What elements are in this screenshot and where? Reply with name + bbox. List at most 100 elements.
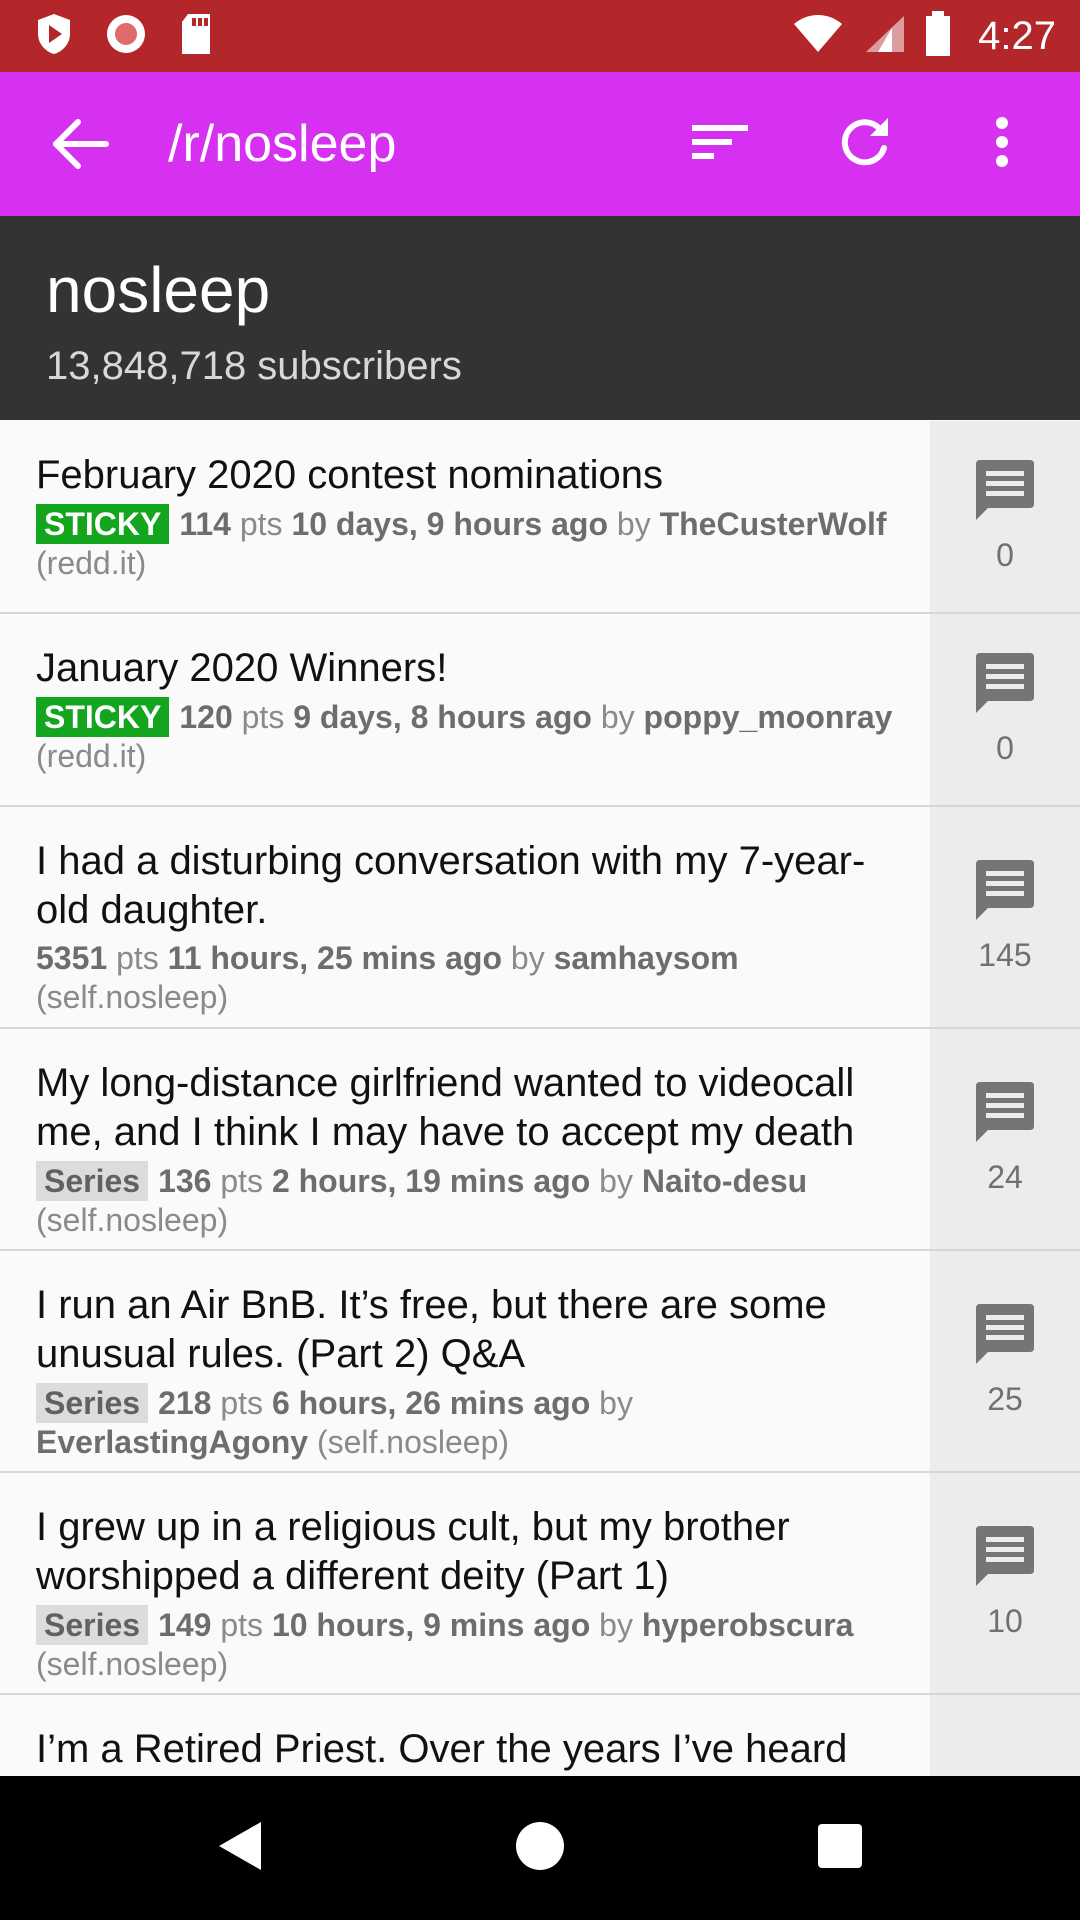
comment-count: 25 [987,1381,1023,1417]
comment-count: 145 [978,937,1032,973]
more-vert-icon [994,116,1010,173]
comments-button[interactable]: 25 [930,1251,1080,1471]
comment-count: 10 [987,1603,1023,1639]
post-time: 10 hours, 9 mins ago [271,1607,591,1643]
comments-button[interactable] [930,1695,1080,1776]
post-row[interactable]: I’m a Retired Priest. Over the years I’v… [0,1695,1080,1776]
post-time: 2 hours, 19 mins ago [271,1163,591,1199]
by-label: by [510,940,545,976]
post-meta: STICKY 114 pts 10 days, 9 hours ago by Th… [36,504,910,583]
post-title[interactable]: I grew up in a religious cult, but my br… [36,1503,910,1601]
flair-badge: Series [36,1383,149,1423]
navigation-bar [0,1776,1080,1920]
post-row[interactable]: I run an Air BnB. It’s free, but there a… [0,1251,1080,1473]
post-points: 120 [179,699,233,735]
flair-badge: Series [36,1161,149,1201]
comment-count: 0 [996,729,1014,766]
comments-button[interactable]: 10 [930,1473,1080,1693]
post-time: 6 hours, 26 mins ago [271,1385,591,1421]
sd-card-icon [178,12,214,61]
sort-icon [690,122,750,167]
comments-button[interactable]: 0 [930,614,1080,805]
post-body[interactable]: My long-distance girlfriend wanted to vi… [0,1029,930,1240]
post-author[interactable]: Naito-desu [642,1163,807,1199]
post-domain: (self.nosleep) [316,1424,510,1460]
post-row[interactable]: I had a disturbing conversation with my … [0,807,1080,1029]
post-body[interactable]: I had a disturbing conversation with my … [0,807,930,1017]
record-icon [104,12,148,61]
wifi-icon [792,14,844,59]
post-title[interactable]: February 2020 contest nominations [36,451,910,500]
nav-back-icon [215,1819,265,1878]
refresh-button[interactable] [832,112,896,176]
cell-signal-icon [862,14,906,59]
sticky-badge: STICKY [36,697,170,737]
flair-badge: Series [36,1605,149,1645]
post-title[interactable]: I’m a Retired Priest. Over the years I’v… [36,1725,910,1774]
nav-home-button[interactable] [508,1816,572,1880]
post-body[interactable]: January 2020 Winners! STICKY 120 pts 9 da… [0,614,930,776]
comments-button[interactable]: 0 [930,421,1080,612]
comment-icon [974,1082,1036,1147]
nav-home-icon [514,1820,566,1877]
post-body[interactable]: I grew up in a religious cult, but my br… [0,1473,930,1684]
post-time: 10 days, 9 hours ago [291,506,608,542]
battery-icon [924,10,952,62]
subreddit-header: nosleep 13,848,718 subscribers [0,216,1080,420]
points-label: pts [220,1607,264,1643]
post-domain: (self.nosleep) [36,1646,229,1682]
post-author[interactable]: hyperobscura [642,1607,854,1643]
points-label: pts [239,506,283,542]
comment-icon [974,860,1036,925]
subscriber-count: 13,848,718 subscribers [46,344,462,388]
post-body[interactable]: February 2020 contest nominations STICKY… [0,421,930,583]
post-list[interactable]: February 2020 contest nominations STICKY… [0,421,1080,1776]
comment-count: 24 [987,1159,1023,1195]
post-author[interactable]: samhaysom [554,940,739,976]
points-label: pts [241,699,285,735]
post-points: 114 [179,506,231,542]
overflow-menu-button[interactable] [970,112,1034,176]
post-title[interactable]: My long-distance girlfriend wanted to vi… [36,1059,910,1157]
post-body[interactable]: I run an Air BnB. It’s free, but there a… [0,1251,930,1462]
post-points: 149 [158,1607,212,1643]
post-body[interactable]: I’m a Retired Priest. Over the years I’v… [0,1695,930,1774]
back-button[interactable] [50,118,110,170]
post-row[interactable]: My long-distance girlfriend wanted to vi… [0,1029,1080,1251]
post-domain: (redd.it) [36,738,147,774]
post-author[interactable]: EverlastingAgony [36,1424,308,1460]
page-title: /r/nosleep [168,115,397,173]
nav-recents-icon [816,1822,864,1875]
post-points: 5351 [36,940,108,976]
post-meta: Series 149 pts 10 hours, 9 mins ago by hy… [36,1605,910,1684]
refresh-icon [836,114,892,175]
status-time: 4:27 [978,13,1056,58]
comments-button[interactable]: 145 [930,807,1080,1027]
by-label: by [616,506,651,542]
post-title[interactable]: January 2020 Winners! [36,644,910,693]
by-label: by [600,699,635,735]
arrow-back-icon [50,119,110,174]
nav-recents-button[interactable] [808,1816,872,1880]
by-label: by [599,1607,633,1643]
post-author[interactable]: TheCusterWolf [660,506,887,542]
comments-button[interactable]: 24 [930,1029,1080,1249]
post-meta: Series 136 pts 2 hours, 19 mins ago by Na… [36,1161,910,1240]
post-title[interactable]: I had a disturbing conversation with my … [36,837,910,935]
sticky-badge: STICKY [36,504,170,544]
by-label: by [599,1385,633,1421]
post-author[interactable]: poppy_moonray [644,699,893,735]
comment-count: 0 [996,536,1014,573]
status-bar: 4:27 [0,0,1080,72]
post-meta: STICKY 120 pts 9 days, 8 hours ago by pop… [36,697,910,776]
post-row[interactable]: I grew up in a religious cult, but my br… [0,1473,1080,1695]
post-title[interactable]: I run an Air BnB. It’s free, but there a… [36,1281,910,1379]
points-label: pts [116,940,159,976]
nav-back-button[interactable] [208,1816,272,1880]
sort-button[interactable] [688,112,752,176]
post-meta: Series 218 pts 6 hours, 26 mins ago by Ev… [36,1383,910,1462]
post-row[interactable]: February 2020 contest nominations STICKY… [0,421,1080,614]
comment-icon [974,652,1036,718]
post-row[interactable]: January 2020 Winners! STICKY 120 pts 9 da… [0,614,1080,807]
comment-icon [974,1526,1036,1591]
